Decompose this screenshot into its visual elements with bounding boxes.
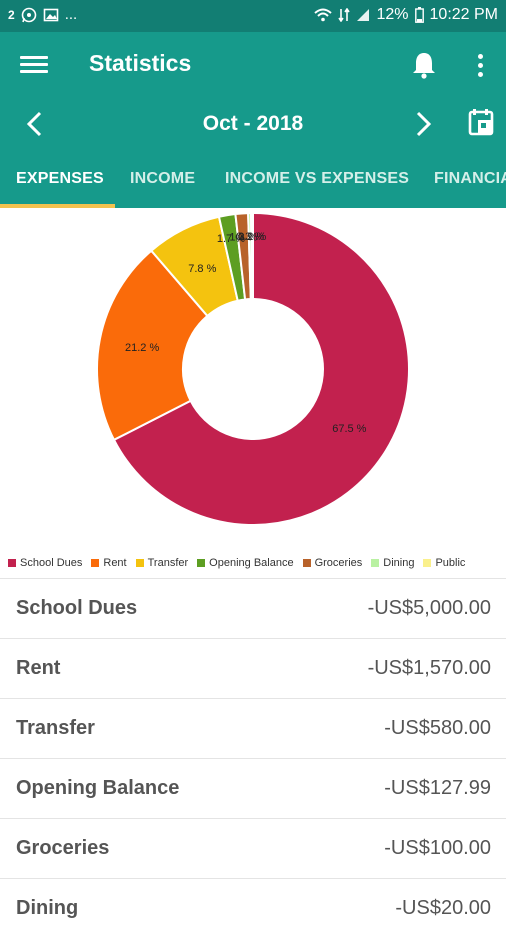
legend-label: Rent — [103, 557, 127, 569]
category-name: Transfer — [16, 717, 95, 739]
list-item[interactable]: Groceries -US$100.00 — [0, 818, 506, 878]
status-bar: 2 ... 12% 10:22 PM — [0, 0, 506, 32]
battery-percent: 12% — [376, 6, 409, 23]
chart-legend: School Dues Rent Transfer Opening Balance Gr… — [8, 557, 506, 575]
slice-label: 67.5 % — [332, 423, 366, 435]
slice-label: 21.2 % — [125, 342, 159, 354]
category-name: Groceries — [16, 837, 110, 859]
tab-expenses[interactable]: EXPENSES — [16, 170, 104, 188]
notification-count-icon: 2 — [8, 7, 15, 22]
legend-swatch — [423, 559, 432, 567]
legend-item: Groceries — [302, 557, 363, 569]
data-icon — [338, 8, 351, 22]
category-amount: -US$20.00 — [395, 897, 491, 919]
legend-item: Public — [423, 557, 465, 569]
legend-label: Groceries — [314, 557, 363, 569]
menu-icon[interactable] — [20, 52, 48, 78]
list-item[interactable]: Transfer -US$580.00 — [0, 698, 506, 758]
legend-swatch — [91, 559, 100, 567]
list-item[interactable]: Rent -US$1,570.00 — [0, 638, 506, 698]
list-item[interactable]: Dining -US$20.00 — [0, 878, 506, 938]
pie-slice-public[interactable] — [250, 211, 254, 301]
image-icon — [43, 8, 58, 21]
legend-label: Opening Balance — [209, 557, 294, 569]
legend-swatch — [8, 559, 16, 567]
category-amount: -US$1,570.00 — [367, 657, 491, 679]
legend-item: Dining — [371, 557, 414, 569]
legend-swatch — [371, 559, 380, 567]
list-item[interactable]: School Dues -US$5,000.00 — [0, 578, 506, 638]
legend-item: School Dues — [8, 557, 82, 569]
battery-icon — [414, 7, 424, 23]
category-amount: -US$100.00 — [384, 837, 491, 859]
donut-hole — [193, 309, 313, 429]
legend-item: Opening Balance — [197, 557, 294, 569]
more-vert-icon[interactable] — [470, 50, 490, 80]
category-name: School Dues — [16, 597, 138, 619]
more-notifications: ... — [64, 6, 78, 23]
app-bar: Statistics — [0, 32, 506, 98]
page-title: Statistics — [89, 50, 192, 76]
status-left-icons: 2 ... — [8, 6, 77, 23]
tab-income-vs-expenses[interactable]: INCOME VS EXPENSES — [225, 170, 409, 188]
clock: 10:22 PM — [429, 6, 498, 23]
calendar-icon[interactable] — [468, 108, 496, 138]
slice-label: 0.2 % — [238, 231, 266, 243]
donut-chart[interactable]: 67.5 %21.2 %7.8 %1.7 %1.3 %0.3 %0.2 % — [0, 208, 506, 548]
chevron-right-icon[interactable] — [410, 110, 436, 138]
legend-swatch — [135, 559, 144, 567]
legend-label: Transfer — [147, 557, 189, 569]
list-item[interactable]: Opening Balance -US$127.99 — [0, 758, 506, 818]
tab-bar: EXPENSES INCOME INCOME VS EXPENSES FINAN… — [0, 150, 506, 208]
tab-financial[interactable]: FINANCIAL — [434, 170, 506, 188]
expense-list: School Dues -US$5,000.00 Rent -US$1,570.00 T… — [0, 578, 506, 938]
legend-swatch — [197, 559, 206, 567]
category-name: Dining — [16, 897, 79, 919]
legend-item: Rent — [91, 557, 127, 569]
bell-icon[interactable] — [410, 50, 438, 80]
legend-label: School Dues — [20, 557, 83, 569]
slice-label: 7.8 % — [188, 263, 216, 275]
legend-label: Public — [435, 557, 466, 569]
legend-swatch — [302, 559, 311, 567]
signal-icon — [357, 9, 370, 21]
category-name: Rent — [16, 657, 61, 679]
tab-income[interactable]: INCOME — [130, 170, 195, 188]
category-amount: -US$127.99 — [384, 777, 491, 799]
legend-item: Transfer — [135, 557, 189, 569]
category-amount: -US$580.00 — [384, 717, 491, 739]
category-name: Opening Balance — [16, 777, 180, 799]
expense-chart-area: 67.5 % 21.2 % 7.8 % 1.7 % 1.3 % 0.3 % 0.2 % — [0, 208, 506, 548]
whatsapp-icon — [21, 7, 36, 22]
legend-label: Dining — [383, 557, 415, 569]
period-navigator: Oct - 2018 — [0, 98, 506, 150]
wifi-icon — [314, 8, 333, 22]
status-right-icons: 12% 10:22 PM — [314, 6, 498, 24]
category-amount: -US$5,000.00 — [367, 597, 491, 619]
